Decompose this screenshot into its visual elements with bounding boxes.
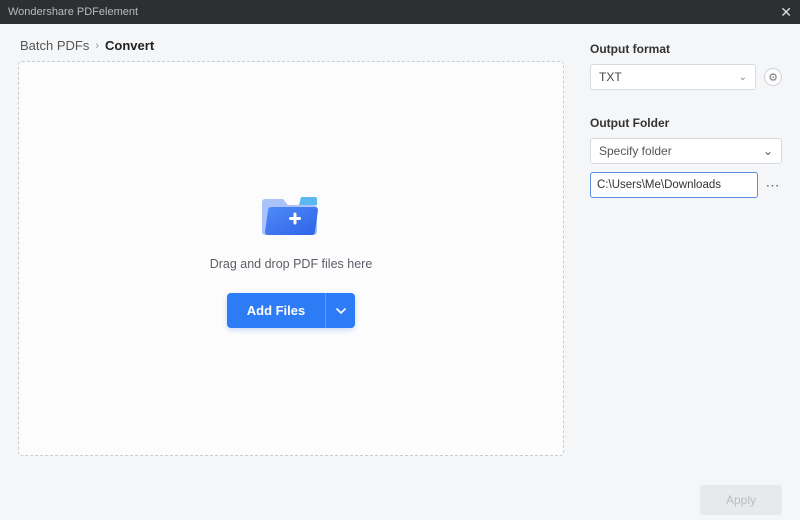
footer: Apply (0, 480, 800, 520)
output-folder-path-input[interactable] (590, 172, 758, 198)
gear-icon: ⚙ (768, 71, 778, 84)
content: Batch PDFs › Convert (0, 24, 800, 480)
ellipsis-icon: ⋯ (766, 177, 781, 193)
output-format-label: Output format (590, 42, 782, 56)
add-files-group: Add Files (227, 293, 356, 328)
breadcrumb-current: Convert (105, 38, 154, 53)
breadcrumb: Batch PDFs › Convert (18, 38, 564, 53)
chevron-down-icon (336, 308, 346, 314)
add-files-dropdown-button[interactable] (325, 293, 355, 328)
right-pane: Output format TXT ⌄ ⚙ Output Folder Spec… (580, 24, 800, 480)
settings-button[interactable]: ⚙ (764, 68, 782, 86)
apply-button[interactable]: Apply (700, 485, 782, 515)
browse-folder-button[interactable]: ⋯ (764, 174, 782, 196)
output-folder-mode-select[interactable]: Specify folder ⌄ (590, 138, 782, 164)
add-folder-icon (261, 189, 321, 239)
chevron-down-icon: ⌄ (739, 72, 747, 83)
output-folder-mode-value: Specify folder (599, 144, 672, 158)
left-pane: Batch PDFs › Convert (0, 24, 580, 480)
output-format-select[interactable]: TXT ⌄ (590, 64, 756, 90)
dropzone-hint: Drag and drop PDF files here (210, 257, 373, 271)
output-folder-label: Output Folder (590, 116, 782, 130)
add-files-button[interactable]: Add Files (227, 293, 326, 328)
file-dropzone[interactable]: Drag and drop PDF files here Add Files (18, 61, 564, 456)
output-format-value: TXT (599, 70, 622, 84)
chevron-right-icon: › (95, 40, 99, 52)
titlebar: Wondershare PDFelement ✕ (0, 0, 800, 24)
chevron-down-icon: ⌄ (763, 144, 773, 158)
window-title: Wondershare PDFelement (8, 6, 138, 18)
breadcrumb-parent[interactable]: Batch PDFs (20, 38, 89, 53)
close-icon[interactable]: ✕ (780, 5, 792, 19)
